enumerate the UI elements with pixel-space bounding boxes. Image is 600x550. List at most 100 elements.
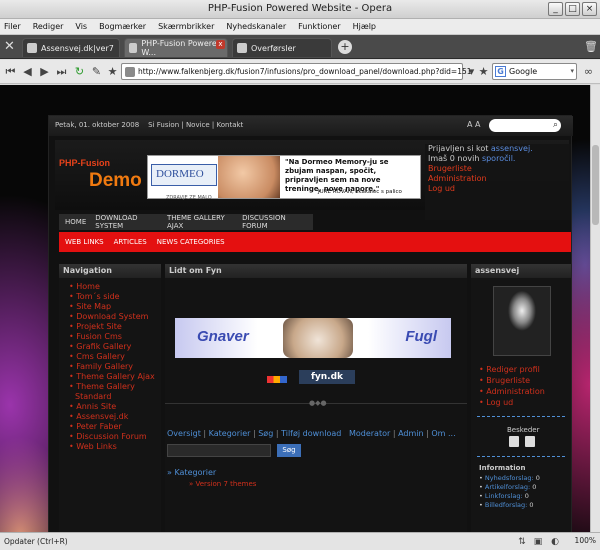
search-button[interactable]: Søg (277, 444, 301, 457)
link-about[interactable]: Om ... (431, 429, 455, 438)
transfer-icon[interactable]: ⇅ (517, 537, 527, 547)
nav-item[interactable]: Family Gallery (59, 362, 159, 372)
link-edit-profile[interactable]: Rediger profil (479, 364, 545, 375)
menu-feeds[interactable]: Nyhedskanaler (226, 22, 286, 31)
messages-link[interactable]: sporočil. (482, 154, 516, 163)
send-message-icon[interactable] (525, 436, 535, 447)
maximize-button[interactable]: □ (565, 2, 580, 16)
page-icon (125, 67, 135, 77)
link-userlist[interactable]: Brugerliste (479, 375, 545, 386)
userbox-link-userlist[interactable]: Brugerliste (428, 164, 571, 174)
nav-item[interactable]: Theme Gallery Standard (59, 382, 159, 402)
forward-icon[interactable]: ▶ (38, 65, 51, 78)
link-overview[interactable]: Oversigt (167, 429, 201, 438)
userbox-link-admin[interactable]: Administration (428, 174, 571, 184)
search-field[interactable]: G Google ▾ (492, 63, 577, 80)
zoom-level[interactable]: 100% (575, 536, 596, 545)
menu-file[interactable]: Filer (4, 22, 21, 31)
bulldog-picture (283, 318, 353, 358)
link-categories[interactable]: Kategorier (209, 429, 251, 438)
menu-bookmarks[interactable]: Bogmærker (99, 22, 146, 31)
menu-help[interactable]: Hjælp (353, 22, 376, 31)
minimize-button[interactable]: _ (548, 2, 563, 16)
search-icon[interactable]: ⌕ (553, 120, 558, 130)
reload-icon[interactable]: ↻ (73, 65, 86, 78)
nav-item[interactable]: Peter Faber (59, 422, 159, 432)
bookmark-star-icon[interactable]: ★ (106, 65, 119, 78)
link-logout[interactable]: Log ud (479, 397, 545, 408)
info-row[interactable]: • Billedforslag: 0 (479, 501, 540, 510)
nav-item[interactable]: Projekt Site (59, 322, 159, 332)
tab-php-fusion[interactable]: PHP-Fusion Powered W... x (124, 38, 228, 57)
info-row[interactable]: • Linkforslag: 0 (479, 492, 540, 501)
nav-item[interactable]: Download System (59, 312, 159, 322)
menu-download-system[interactable]: DOWNLOAD SYSTEM (95, 214, 158, 230)
nav-item[interactable]: Cms Gallery (59, 352, 159, 362)
add-bookmark-icon[interactable]: ★ (477, 65, 490, 78)
menu-home[interactable]: HOME (65, 218, 86, 226)
download-search-input[interactable] (167, 444, 271, 457)
tab-label: PHP-Fusion Powered W... (141, 39, 222, 57)
nav-item[interactable]: Discussion Forum (59, 432, 159, 442)
information-title: Information (479, 464, 526, 472)
link-search[interactable]: Søg (258, 429, 273, 438)
info-row[interactable]: • Nyhedsforslag: 0 (479, 474, 540, 483)
tab-downloads[interactable]: Overførsler (232, 38, 332, 57)
menu-tools[interactable]: Funktioner (298, 22, 340, 31)
fyn-logo[interactable]: fyn.dk (299, 370, 355, 384)
chevron-down-icon[interactable]: ▾ (570, 67, 574, 75)
nav-item[interactable]: Assensvej.dk (59, 412, 159, 422)
reading-glasses-icon[interactable]: ∞ (582, 65, 595, 78)
site-top-links[interactable]: Si Fusion | Novice | Kontakt (148, 121, 243, 129)
categories-heading[interactable]: » Kategorier (167, 468, 216, 477)
menu-web-links[interactable]: WEB LINKS (65, 238, 104, 246)
scrollbar-thumb[interactable] (592, 145, 599, 225)
link-moderator[interactable]: Moderator (349, 429, 390, 438)
menu-discussion-forum[interactable]: DISCUSSION FORUM (242, 214, 304, 230)
info-row[interactable]: • Artikelforslag: 0 (479, 483, 540, 492)
userbox-link-logout[interactable]: Log ud (428, 184, 571, 194)
trash-icon[interactable]: 🗑 (584, 40, 598, 54)
nav-item[interactable]: Site Map (59, 302, 159, 312)
site-search-input[interactable]: ⌕ (489, 119, 561, 132)
nav-item[interactable]: Grafik Gallery (59, 342, 159, 352)
font-size-toggle[interactable]: A A (467, 120, 481, 129)
nav-item[interactable]: Fusion Cms (59, 332, 159, 342)
new-tab-button[interactable]: + (338, 40, 352, 54)
menu-edit[interactable]: Rediger (33, 22, 64, 31)
close-window-button[interactable]: × (582, 2, 597, 16)
gnaver-fugl-image[interactable]: Gnaver Fugl (175, 318, 451, 358)
menu-widgets[interactable]: Skærmbrikker (158, 22, 214, 31)
messages-label: Beskeder (507, 426, 540, 434)
rewind-icon[interactable]: ⏮ (4, 65, 17, 78)
menu-theme-gallery[interactable]: THEME GALLERY AJAX (167, 214, 233, 230)
nav-item[interactable]: Theme Gallery Ajax (59, 372, 159, 382)
fast-forward-icon[interactable]: ⏭ (55, 65, 68, 78)
tab-assensvej[interactable]: Assensvej.dk|ver7 (22, 38, 120, 57)
username-link[interactable]: assensvej. (491, 144, 533, 153)
link-administration[interactable]: Administration (479, 386, 545, 397)
window-titlebar: PHP-Fusion Powered Website - Opera _ □ × (0, 0, 600, 19)
menu-news-categories[interactable]: NEWS CATEGORIES (157, 238, 225, 246)
vertical-scrollbar[interactable] (590, 85, 600, 532)
menu-view[interactable]: Vis (75, 22, 87, 31)
nav-item[interactable]: Annis Site (59, 402, 159, 412)
inbox-icon[interactable] (509, 436, 519, 447)
user-panel: assensvej Rediger profil Brugerliste Adm… (471, 264, 571, 532)
close-tab-icon[interactable]: x (216, 40, 225, 49)
nav-item[interactable]: Tom´s side (59, 292, 159, 302)
view-icon[interactable]: ◐ (550, 537, 560, 547)
wand-icon[interactable]: ✎ (90, 65, 103, 78)
ad-banner[interactable]: DORMEO ZDRAVJE ZE MALO "Na Dormeo Memory… (147, 155, 421, 201)
panel-icon[interactable]: ▣ (533, 537, 543, 547)
category-item[interactable]: » Version 7 themes (189, 480, 256, 488)
nav-item[interactable]: Home (59, 282, 159, 292)
tab-label: Assensvej.dk|ver7 (41, 43, 114, 53)
tools-icon[interactable]: ✕ (4, 40, 18, 54)
back-icon[interactable]: ◀ (21, 65, 34, 78)
nav-item[interactable]: Web Links (59, 442, 159, 452)
link-add-download[interactable]: Tilføj download (281, 429, 341, 438)
menu-articles[interactable]: ARTICLES (114, 238, 147, 246)
address-bar[interactable]: http://www.falkenbjerg.dk/fusion7/infusi… (121, 63, 472, 80)
link-admin[interactable]: Admin (398, 429, 424, 438)
